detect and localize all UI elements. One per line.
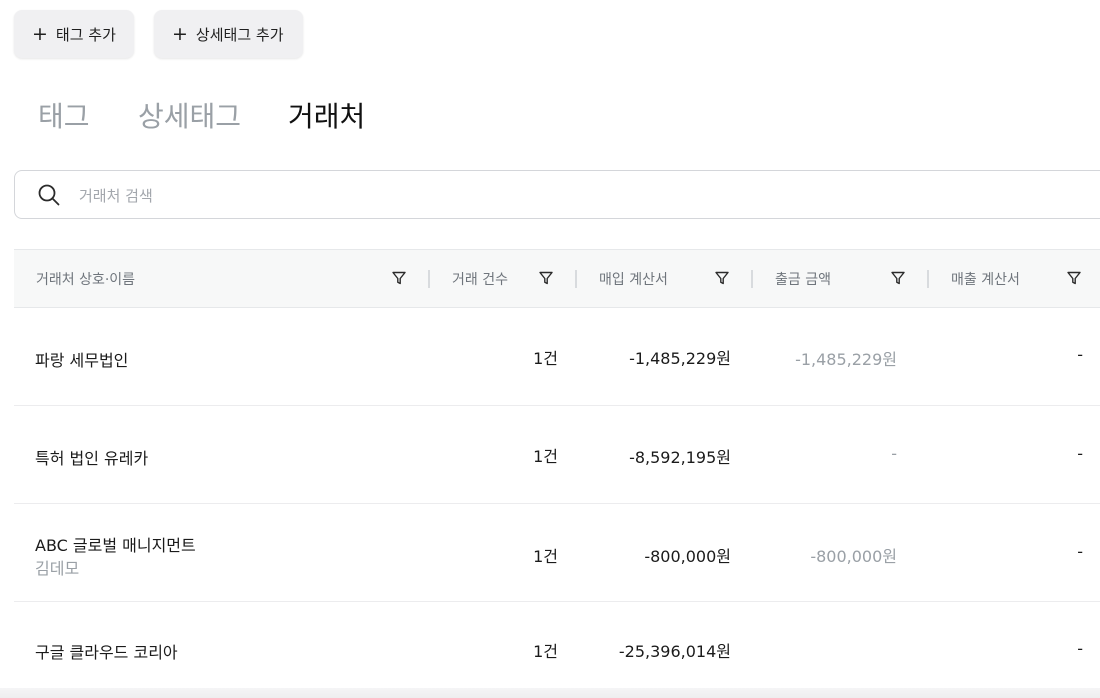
table-row[interactable]: 파랑 세무법인 1건 -1,485,229원 -1,485,229원 -: [14, 308, 1100, 406]
vendor-name: 특허 법인 유레카: [35, 449, 149, 468]
bottom-edge: [0, 688, 1100, 698]
search-icon: [38, 184, 60, 206]
filter-icon[interactable]: [890, 270, 906, 286]
withdrawal-amount: -: [891, 444, 897, 463]
filter-icon[interactable]: [714, 270, 730, 286]
sales-invoice-amount: -: [1077, 345, 1083, 364]
column-divider[interactable]: [751, 270, 753, 288]
add-tag-button[interactable]: + 태그 추가: [14, 10, 134, 58]
add-subtag-button[interactable]: + 상세태그 추가: [154, 10, 303, 58]
column-header-purchase-invoice: 매입 계산서: [599, 271, 668, 288]
table-row[interactable]: ABC 글로벌 매니지먼트 김데모 1건 -800,000원 -800,000원…: [14, 504, 1100, 602]
vendor-name: 구글 클라우드 코리아: [35, 643, 178, 662]
plus-icon: +: [32, 22, 48, 45]
transaction-count: 1건: [533, 349, 558, 368]
tab-tag[interactable]: 태그: [38, 97, 90, 137]
withdrawal-amount: -1,485,229원: [795, 350, 897, 369]
withdrawal-amount: -800,000원: [810, 547, 897, 566]
column-divider[interactable]: [927, 270, 929, 288]
add-subtag-label: 상세태그 추가: [195, 25, 284, 44]
purchase-invoice-amount: -8,592,195원: [629, 448, 731, 467]
tab-vendor[interactable]: 거래처: [288, 97, 365, 137]
vendor-search-input[interactable]: [77, 171, 981, 220]
column-header-sales-invoice: 매출 계산서: [951, 271, 1020, 288]
table-header: 거래처 상호·이름 거래 건수 매입 계산서 출금 금액 매출 계산서: [14, 249, 1100, 308]
vendor-contact-name: 김데모: [35, 559, 80, 578]
add-tag-label: 태그 추가: [55, 25, 116, 44]
vendor-search-box[interactable]: [14, 170, 1100, 220]
transaction-count: 1건: [533, 642, 558, 661]
column-header-count: 거래 건수: [452, 271, 508, 288]
sales-invoice-amount: -: [1077, 444, 1083, 463]
vendor-name: ABC 글로벌 매니지먼트: [35, 536, 196, 555]
transaction-count: 1건: [533, 447, 558, 466]
filter-icon[interactable]: [391, 270, 407, 286]
purchase-invoice-amount: -800,000원: [644, 547, 731, 566]
vendor-name: 파랑 세무법인: [35, 351, 129, 370]
sales-invoice-amount: -: [1077, 542, 1083, 561]
purchase-invoice-amount: -1,485,229원: [629, 349, 731, 368]
plus-icon: +: [172, 22, 188, 45]
table-row[interactable]: 특허 법인 유레카 1건 -8,592,195원 - -: [14, 406, 1100, 504]
purchase-invoice-amount: -25,396,014원: [618, 642, 731, 661]
sales-invoice-amount: -: [1077, 639, 1083, 658]
column-divider[interactable]: [428, 270, 430, 288]
column-header-withdrawal: 출금 금액: [775, 271, 831, 288]
filter-icon[interactable]: [538, 270, 554, 286]
filter-icon[interactable]: [1066, 270, 1082, 286]
column-header-vendor-name: 거래처 상호·이름: [36, 271, 136, 288]
table-row[interactable]: 구글 클라우드 코리아 1건 -25,396,014원 -: [14, 602, 1100, 692]
tab-subtag[interactable]: 상세태그: [138, 97, 241, 137]
column-divider[interactable]: [575, 270, 577, 288]
transaction-count: 1건: [533, 547, 558, 566]
